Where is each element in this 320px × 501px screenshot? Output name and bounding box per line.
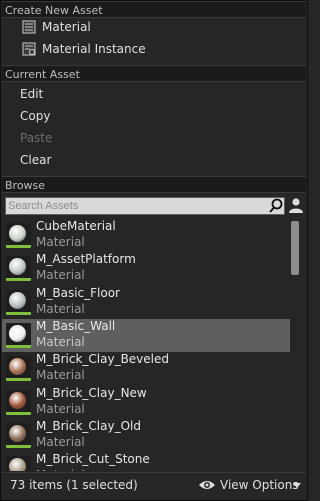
material-thumbnail: [6, 223, 31, 248]
asset-row[interactable]: M_Brick_Clay_Beveled Material: [2, 352, 290, 385]
asset-type-color-bar: [6, 378, 31, 382]
asset-type-color-bar: [6, 311, 31, 315]
material-preview-sphere: [9, 291, 26, 309]
chevron-down-icon: [293, 483, 301, 488]
material-thumbnail: [6, 322, 31, 348]
item-count-label: 73 items (1 selected): [10, 478, 138, 492]
material-thumbnail: [6, 356, 31, 382]
asset-type: Material: [36, 368, 85, 383]
asset-type: Material: [36, 235, 85, 249]
asset-row[interactable]: M_Brick_Clay_Old Material: [2, 419, 290, 452]
scrollbar-thumb[interactable]: [291, 221, 299, 275]
asset-name: M_Brick_Clay_Beveled: [36, 352, 170, 367]
asset-name: M_Brick_Cut_Stone: [36, 452, 150, 467]
asset-type: Material: [36, 468, 85, 471]
material-thumbnail: [6, 456, 31, 471]
asset-row[interactable]: M_Basic_Wall Material: [2, 318, 290, 352]
asset-name: M_Brick_Clay_New: [36, 385, 147, 400]
asset-name: M_AssetPlatform: [36, 252, 136, 267]
asset-row[interactable]: M_AssetPlatform Material: [2, 252, 290, 285]
material-instance-icon: [22, 42, 36, 56]
clear-menu-item[interactable]: Clear: [2, 149, 306, 171]
asset-row[interactable]: M_Brick_Cut_StoneMaterial: [2, 452, 290, 471]
asset-type-color-bar: [6, 444, 31, 448]
clear-label: Clear: [20, 153, 52, 167]
asset-type-color-bar: [6, 344, 31, 348]
eye-icon: [199, 481, 215, 489]
asset-list-scrollbar[interactable]: [291, 221, 299, 471]
material-preview-sphere: [9, 358, 26, 376]
create-material-item[interactable]: Material: [2, 16, 306, 38]
material-thumbnail: [6, 256, 31, 282]
create-material-label: Material: [42, 20, 91, 34]
material-preview-sphere: [9, 225, 26, 242]
material-thumbnail: [6, 289, 31, 315]
copy-menu-item[interactable]: Copy: [2, 105, 306, 127]
footer-bar: 73 items (1 selected) View Options: [2, 472, 306, 500]
create-material-instance-item[interactable]: Material Instance: [2, 38, 306, 60]
material-thumbnail: [6, 422, 31, 448]
asset-type: Material: [36, 334, 85, 349]
asset-row[interactable]: M_Basic_Floor Material: [2, 286, 290, 319]
material-preview-sphere: [9, 458, 26, 471]
edit-menu-item[interactable]: Edit: [2, 83, 306, 105]
paste-label: Paste: [20, 131, 53, 145]
asset-row[interactable]: CubeMaterial Material: [2, 219, 290, 252]
paste-menu-item: Paste: [2, 127, 306, 149]
search-row: Search Assets: [5, 197, 305, 215]
material-preview-sphere: [9, 391, 26, 409]
asset-type: Material: [36, 301, 85, 316]
asset-name: CubeMaterial: [36, 219, 116, 233]
asset-type: Material: [36, 434, 85, 449]
search-input[interactable]: Search Assets: [5, 197, 285, 215]
asset-name: M_Basic_Wall: [36, 318, 116, 333]
copy-label: Copy: [20, 109, 51, 123]
asset-row[interactable]: M_Brick_Clay_New Material: [2, 386, 290, 419]
asset-type-color-bar: [6, 245, 31, 248]
material-preview-sphere: [9, 324, 26, 342]
create-material-instance-label: Material Instance: [42, 42, 146, 56]
material-thumbnail: [6, 389, 31, 415]
asset-type: Material: [36, 401, 85, 416]
asset-name: M_Brick_Clay_Old: [36, 418, 141, 433]
search-icon[interactable]: [269, 198, 283, 213]
view-options-label: View Options: [220, 478, 299, 492]
asset-type-color-bar: [6, 411, 31, 415]
material-preview-sphere: [9, 258, 26, 276]
asset-list: CubeMaterial Material M_AssetPlatform Mater…: [2, 219, 290, 471]
asset-name: M_Basic_Floor: [36, 285, 120, 300]
asset-type: Material: [36, 268, 85, 283]
asset-type-color-bar: [6, 278, 31, 282]
user-icon[interactable]: [288, 197, 304, 214]
material-icon: [22, 20, 36, 34]
browse-header: Browse: [2, 176, 306, 193]
current-asset-header: Current Asset: [2, 65, 306, 82]
material-preview-sphere: [9, 424, 26, 442]
edit-label: Edit: [20, 87, 44, 101]
material-picker-panel: Create New Asset Material Material Insta…: [0, 0, 308, 501]
view-options-button[interactable]: View Options: [198, 473, 304, 497]
